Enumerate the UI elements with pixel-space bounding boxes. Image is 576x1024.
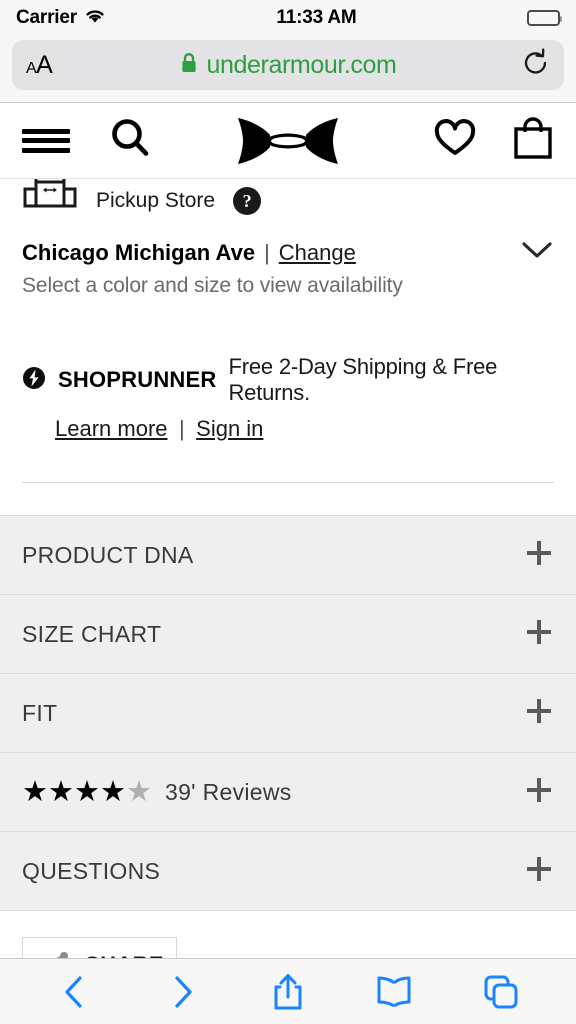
accordion-row-product-dna[interactable]: PRODUCT DNA	[0, 515, 576, 595]
safari-address-bar-container: AA underarmour.com	[0, 36, 576, 102]
plus-icon[interactable]	[524, 696, 554, 731]
selected-store-row: Chicago Michigan Ave | Change	[22, 221, 554, 266]
star-filled-icon: ★	[100, 778, 126, 807]
battery-full-icon	[527, 10, 560, 26]
accordion-row-reviews[interactable]: ★ ★ ★ ★ ★ 39' Reviews	[0, 752, 576, 832]
shoprunner-offer-text: Free 2-Day Shipping & Free Returns.	[228, 354, 554, 406]
url-display: underarmour.com	[12, 51, 564, 80]
accordion-row-fit[interactable]: FIT	[0, 673, 576, 753]
learn-more-link[interactable]: Learn more	[55, 416, 168, 441]
tabs-icon[interactable]	[473, 966, 529, 1018]
shopping-bag-icon[interactable]	[512, 116, 554, 165]
star-filled-icon: ★	[22, 778, 48, 807]
shoprunner-section: SHOPRUNNER Free 2-Day Shipping & Free Re…	[0, 298, 576, 442]
safari-bottom-toolbar	[0, 958, 576, 1024]
shoprunner-links: Learn more | Sign in	[22, 406, 554, 442]
product-info-accordion: PRODUCT DNA SIZE CHART FIT	[0, 515, 576, 911]
chevron-down-icon[interactable]	[520, 239, 554, 266]
accordion-label: SIZE CHART	[22, 621, 161, 648]
web-page-content: Pickup Store ? Chicago Michigan Ave | Ch…	[0, 103, 576, 971]
selected-store-name: Chicago Michigan Ave	[22, 240, 255, 266]
clock: 11:33 AM	[106, 7, 527, 29]
question-mark-icon[interactable]: ?	[233, 187, 261, 215]
star-filled-icon: ★	[74, 778, 100, 807]
availability-note: Select a color and size to view availabi…	[22, 266, 554, 298]
share-upload-icon[interactable]	[260, 966, 316, 1018]
site-header	[0, 103, 576, 179]
accordion-label: QUESTIONS	[22, 858, 160, 885]
accordion-label: FIT	[22, 700, 57, 727]
pickup-store-section: Pickup Store ? Chicago Michigan Ave | Ch…	[0, 179, 576, 298]
hamburger-menu-icon[interactable]	[22, 126, 70, 156]
status-bar-left: Carrier	[16, 7, 106, 30]
reload-icon[interactable]	[522, 48, 550, 83]
plus-icon[interactable]	[524, 617, 554, 652]
star-empty-icon: ★	[126, 778, 152, 807]
chevron-right-icon[interactable]	[154, 966, 210, 1018]
text-size-button[interactable]: AA	[26, 51, 52, 80]
accordion-row-questions[interactable]: QUESTIONS	[0, 831, 576, 911]
sign-in-link[interactable]: Sign in	[196, 416, 263, 441]
accordion-label: PRODUCT DNA	[22, 542, 194, 569]
site-header-left	[22, 116, 152, 165]
url-text: underarmour.com	[207, 51, 397, 80]
accordion-label: 39' Reviews	[165, 779, 292, 806]
lock-icon	[180, 52, 198, 79]
address-bar[interactable]: AA underarmour.com	[12, 40, 564, 90]
plus-icon[interactable]	[524, 538, 554, 573]
store-front-icon	[22, 173, 78, 222]
section-divider	[22, 482, 554, 483]
pickup-store-label: Pickup Store	[96, 189, 215, 213]
pickup-store-header: Pickup Store ?	[22, 179, 554, 221]
shoprunner-bolt-icon	[22, 366, 46, 395]
shoprunner-offer-row: SHOPRUNNER Free 2-Day Shipping & Free Re…	[22, 354, 554, 406]
plus-icon[interactable]	[524, 775, 554, 810]
store-separator: |	[264, 240, 270, 266]
search-icon[interactable]	[108, 116, 152, 165]
change-store-link[interactable]: Change	[279, 240, 356, 266]
shoprunner-brand: SHOPRUNNER	[58, 367, 216, 393]
star-filled-icon: ★	[48, 778, 74, 807]
shoprunner-link-separator: |	[179, 416, 185, 441]
under-armour-logo-icon[interactable]	[236, 113, 340, 169]
heart-icon[interactable]	[434, 119, 476, 162]
status-bar-right	[527, 10, 560, 26]
chevron-left-icon[interactable]	[47, 966, 103, 1018]
rating-stars: ★ ★ ★ ★ ★	[22, 778, 152, 807]
site-header-right	[434, 116, 554, 165]
book-icon[interactable]	[366, 966, 422, 1018]
ios-status-bar: Carrier 11:33 AM	[0, 0, 576, 36]
plus-icon[interactable]	[524, 854, 554, 889]
accordion-row-size-chart[interactable]: SIZE CHART	[0, 594, 576, 674]
carrier-label: Carrier	[16, 7, 77, 29]
wifi-icon	[84, 7, 106, 30]
